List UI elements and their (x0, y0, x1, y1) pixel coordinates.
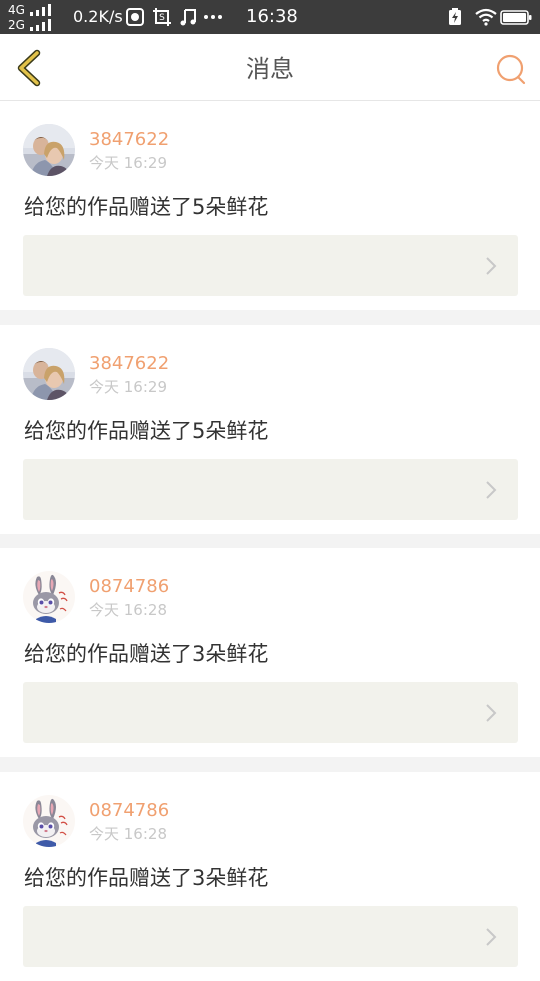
sender-name[interactable]: 0874786 (89, 800, 169, 822)
network-type-top: 4G (8, 3, 25, 17)
battery-icon (500, 10, 532, 25)
screenshot-icon: S (153, 8, 171, 26)
work-preview-link[interactable] (23, 235, 518, 296)
vpn-globe-icon (126, 8, 144, 26)
message-time: 今天 16:29 (89, 154, 167, 172)
chevron-right-icon (486, 257, 497, 275)
avatar[interactable] (23, 348, 75, 400)
avatar[interactable] (23, 571, 75, 623)
signal-bars-icon (30, 19, 60, 31)
network-speed: 0.2K/s (73, 7, 123, 26)
more-notifications-icon (204, 15, 222, 19)
work-preview-link[interactable] (23, 459, 518, 520)
work-preview-link[interactable] (23, 906, 518, 967)
message-text: 给您的作品赠送了3朵鲜花 (24, 866, 269, 890)
message-text: 给您的作品赠送了5朵鲜花 (24, 195, 269, 219)
message-time: 今天 16:28 (89, 825, 167, 843)
message-card[interactable]: 0874786 今天 16:28 给您的作品赠送了3朵鲜花 (0, 548, 540, 757)
chevron-right-icon (486, 481, 497, 499)
wifi-icon (475, 8, 497, 26)
app-header: 消息 (0, 34, 540, 101)
chevron-right-icon (486, 704, 497, 722)
signal-bars-icon (30, 4, 60, 16)
sender-name[interactable]: 3847622 (89, 129, 169, 151)
message-time: 今天 16:28 (89, 601, 167, 619)
work-preview-link[interactable] (23, 682, 518, 743)
message-text: 给您的作品赠送了5朵鲜花 (24, 419, 269, 443)
avatar[interactable] (23, 795, 75, 847)
sender-name[interactable]: 0874786 (89, 576, 169, 598)
search-button[interactable] (494, 52, 528, 86)
sender-name[interactable]: 3847622 (89, 353, 169, 375)
message-card[interactable]: 3847622 今天 16:29 给您的作品赠送了5朵鲜花 (0, 325, 540, 534)
chevron-right-icon (486, 928, 497, 946)
network-indicator: 4G 2G (8, 3, 62, 33)
music-note-icon (180, 9, 196, 26)
message-time: 今天 16:29 (89, 378, 167, 396)
page-title: 消息 (246, 55, 294, 83)
message-card[interactable]: 3847622 今天 16:29 给您的作品赠送了5朵鲜花 (0, 101, 540, 310)
svg-text:S: S (159, 13, 165, 23)
message-text: 给您的作品赠送了3朵鲜花 (24, 642, 269, 666)
status-bar: 4G 2G 0.2K/s S 16:38 (0, 0, 540, 34)
clock: 16:38 (246, 6, 298, 27)
message-card[interactable]: 0874786 今天 16:28 给您的作品赠送了3朵鲜花 (0, 772, 540, 981)
network-type-bottom: 2G (8, 18, 25, 32)
avatar[interactable] (23, 124, 75, 176)
battery-saver-icon (449, 8, 461, 25)
